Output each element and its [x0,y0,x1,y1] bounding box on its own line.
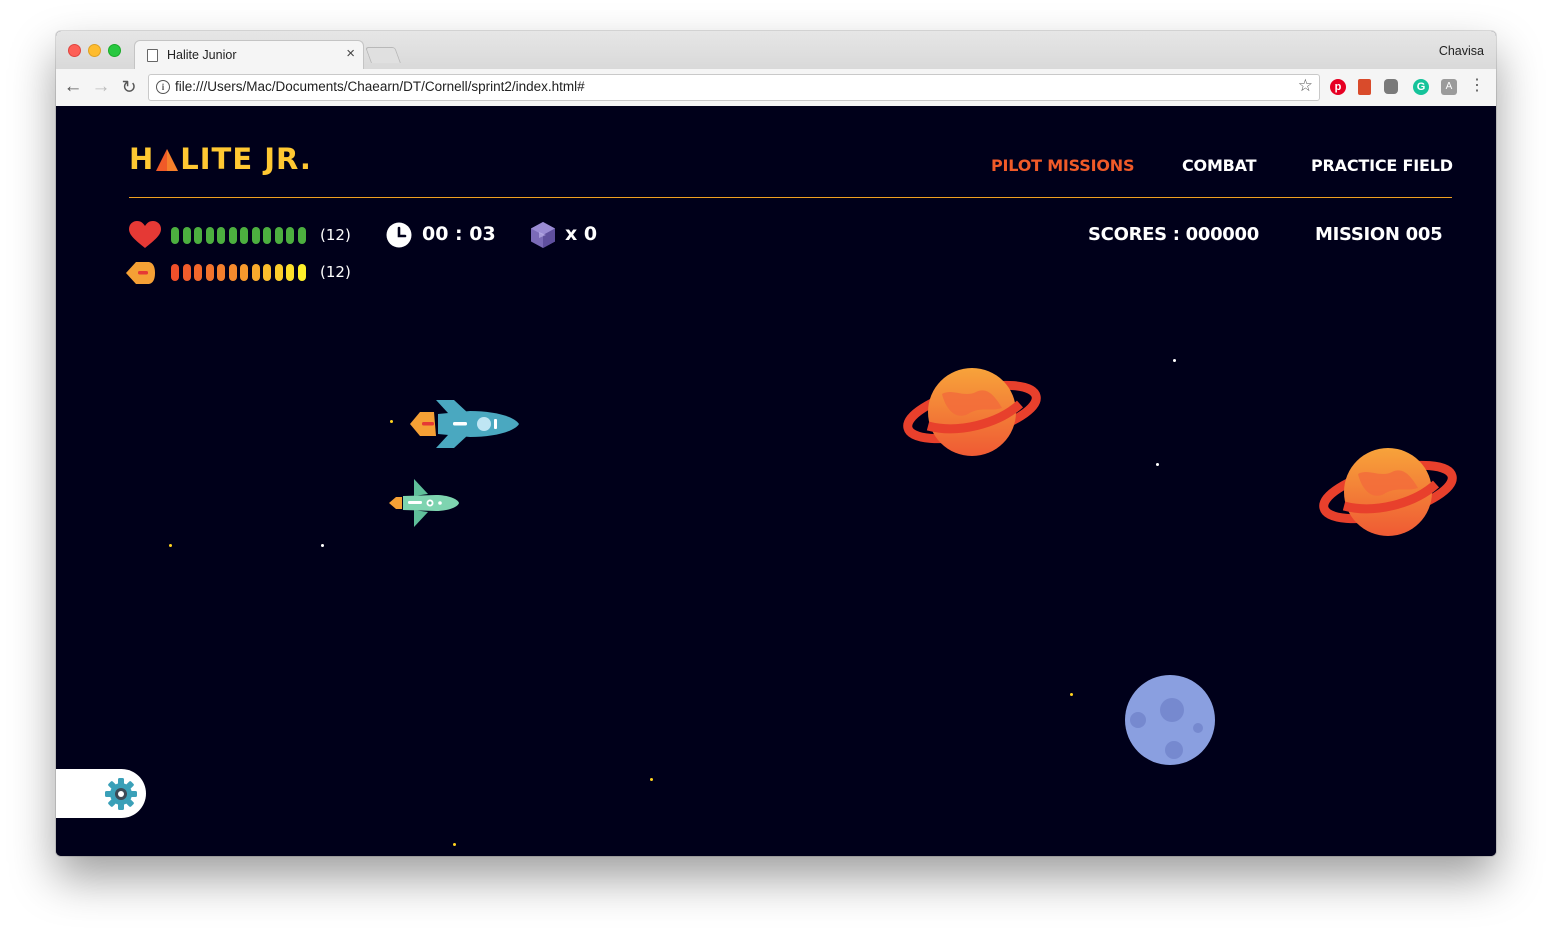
book-extension-icon[interactable] [1358,79,1371,95]
gear-icon [105,778,137,810]
bar-segment [263,227,271,244]
zoom-window-button[interactable] [108,44,121,57]
score-text: SCORES : 000000 [1088,224,1259,245]
header-divider [129,197,1452,198]
browser-menu-icon[interactable]: ⋮ [1469,78,1485,95]
bar-segment [274,227,283,244]
browser-tab[interactable]: Halite Junior × [134,40,364,70]
bar-segment [194,227,202,244]
bar-segment [263,264,271,281]
star-dot [1070,693,1073,696]
shuttle-icon[interactable] [388,478,460,528]
browser-window: Halite Junior × Chavisa ← → ↻ i file:///… [56,31,1496,856]
evernote-extension-icon[interactable] [1384,79,1398,94]
address-bar[interactable]: i file:///Users/Mac/Documents/Chaearn/DT… [148,74,1320,101]
bar-segment [217,227,225,244]
browser-toolbar: ← → ↻ i file:///Users/Mac/Documents/Chae… [56,69,1496,107]
ringed-planet-icon [1319,448,1457,536]
info-icon[interactable]: i [156,80,170,94]
bar-segment [205,227,214,244]
page-icon [147,49,158,62]
fuel-bar [171,264,311,282]
minimize-window-button[interactable] [88,44,101,57]
bar-segment [182,227,191,244]
star-dot [453,843,456,846]
game-logo[interactable]: H LITE JR. [129,142,312,176]
nav-practice-field[interactable]: PRACTICE FIELD [1311,156,1453,175]
ringed-planet-icon [903,368,1041,456]
reload-button[interactable]: ↻ [117,75,141,99]
logo-letter: H [129,142,155,176]
star-dot [650,778,653,781]
star-dot [390,420,393,423]
bar-segment [286,264,294,281]
bar-segment [228,227,237,244]
star-dot [169,544,172,547]
new-tab-button[interactable] [365,47,401,63]
bar-segment [182,264,191,281]
health-count: (12) [320,226,351,244]
bar-segment [251,227,260,244]
bar-segment [297,264,306,281]
bar-segment [297,227,306,244]
profile-name[interactable]: Chavisa [1439,44,1484,58]
tab-title: Halite Junior [167,48,237,62]
bar-segment [217,264,225,281]
clock-icon [386,222,412,248]
bar-segment [228,264,237,281]
back-button[interactable]: ← [61,75,85,99]
moon-icon [1125,675,1215,765]
gem-icon [531,222,555,248]
rocket-icon[interactable] [408,398,520,450]
bar-segment [251,264,260,281]
settings-button[interactable] [56,769,146,818]
star-dot [1156,463,1159,466]
bar-segment [274,264,283,281]
bar-segment [205,264,214,281]
star-dot [1173,359,1176,362]
close-window-button[interactable] [68,44,81,57]
url-text[interactable]: file:///Users/Mac/Documents/Chaearn/DT/C… [175,79,585,94]
bar-segment [171,264,179,281]
grammarly-extension-icon[interactable]: G [1413,79,1429,95]
mission-text: MISSION 005 [1315,224,1443,245]
pinterest-extension-icon[interactable]: p [1330,79,1346,95]
nav-pilot-missions[interactable]: PILOT MISSIONS [991,156,1134,175]
game-viewport: H LITE JR. PILOT MISSIONS COMBAT PRACTICE… [56,106,1496,856]
nav-combat[interactable]: COMBAT [1182,156,1257,175]
bar-segment [240,227,248,244]
logo-triangle-icon [155,145,179,179]
health-bar [171,227,311,245]
logo-text: LITE JR. [180,142,312,176]
browser-titlebar: Halite Junior × Chavisa [56,31,1496,70]
heart-icon [129,221,161,248]
bar-segment [240,264,248,281]
forward-button[interactable]: → [89,75,113,99]
tab-close-icon[interactable]: × [346,45,355,62]
bookmark-star-icon[interactable]: ☆ [1298,76,1313,96]
star-dot [321,544,324,547]
gem-count: x 0 [565,223,598,245]
timer-text: 00 : 03 [422,223,496,245]
fuel-icon [126,262,155,284]
bar-segment [194,264,202,281]
bar-segment [171,227,179,244]
fuel-count: (12) [320,263,351,281]
text-extension-icon[interactable]: A [1441,79,1457,95]
bar-segment [286,227,294,244]
